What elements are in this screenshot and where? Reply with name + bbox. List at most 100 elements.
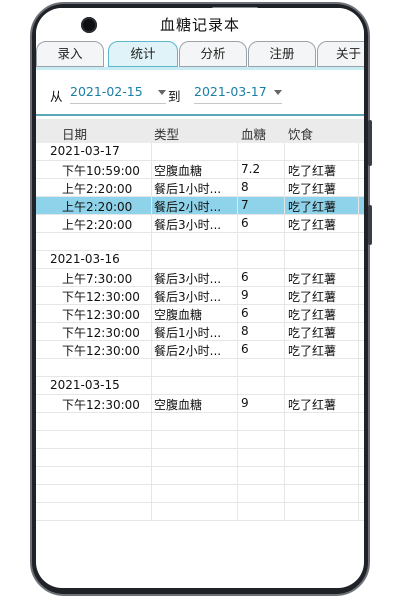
tab-entry[interactable]: 录入 <box>36 41 104 67</box>
grid-line <box>151 395 152 413</box>
record-type: 空腹血糖 <box>154 308 203 322</box>
grid-line <box>151 143 152 161</box>
table-row[interactable]: 上午2:20:00 餐后2小时... 7 吃了红薯 <box>36 197 364 215</box>
header-food: 饮食 <box>288 127 314 142</box>
record-sugar: 9 <box>241 288 249 302</box>
record-sugar: 8 <box>241 324 249 338</box>
tab-statistics[interactable]: 统计 <box>108 41 178 67</box>
from-label: 从 <box>50 89 63 104</box>
grid-line <box>151 449 152 467</box>
date-group-row[interactable]: 2021-03-17 <box>36 143 364 161</box>
grid-line <box>284 359 285 377</box>
grid-line <box>358 341 359 359</box>
empty-row <box>36 233 364 251</box>
grid-line <box>284 143 285 161</box>
from-date-select[interactable]: 2021-02-15 <box>70 82 166 104</box>
to-date-select[interactable]: 2021-03-17 <box>194 82 282 104</box>
grid-line <box>237 143 238 161</box>
table-row[interactable]: 下午12:30:00 空腹血糖 9 吃了红薯 <box>36 395 364 413</box>
grid-line <box>358 449 359 467</box>
grid-line <box>151 485 152 503</box>
record-type: 空腹血糖 <box>154 398 203 412</box>
table-row[interactable]: 上午2:20:00 餐后1小时... 8 吃了红薯 <box>36 179 364 197</box>
record-type: 餐后2小时... <box>154 200 222 214</box>
record-time: 上午2:20:00 <box>62 182 133 196</box>
table-row[interactable]: 下午12:30:00 空腹血糖 6 吃了红薯 <box>36 305 364 323</box>
empty-row <box>36 467 364 485</box>
date-group-row[interactable]: 2021-03-15 <box>36 377 364 395</box>
record-type: 餐后1小时... <box>154 182 222 196</box>
grid-line <box>237 179 238 197</box>
grid-line <box>358 413 359 431</box>
group-date: 2021-03-17 <box>50 144 120 158</box>
record-time: 下午12:30:00 <box>62 326 140 340</box>
table-row[interactable]: 下午12:30:00 餐后3小时... 9 吃了红薯 <box>36 287 364 305</box>
grid-line <box>358 251 359 269</box>
filter-divider <box>36 114 364 116</box>
grid-line <box>284 485 285 503</box>
grid-line <box>237 251 238 269</box>
table-row[interactable]: 上午2:20:00 餐后3小时... 6 吃了红薯 <box>36 215 364 233</box>
grid-line <box>237 395 238 413</box>
record-sugar: 9 <box>241 396 249 410</box>
empty-row <box>36 413 364 431</box>
volume-button <box>368 120 372 166</box>
tab-about[interactable]: 关于 <box>317 41 364 67</box>
table-row[interactable]: 下午12:30:00 餐后1小时... 8 吃了红薯 <box>36 323 364 341</box>
date-group-row[interactable]: 2021-03-16 <box>36 251 364 269</box>
grid-line <box>237 377 238 395</box>
from-date-value: 2021-02-15 <box>70 84 143 99</box>
grid-line <box>284 395 285 413</box>
grid-line <box>358 143 359 161</box>
grid-line <box>237 161 238 179</box>
record-sugar: 8 <box>241 180 249 194</box>
grid-line <box>237 197 238 215</box>
empty-row <box>36 485 364 503</box>
table-row[interactable]: 下午10:59:00 空腹血糖 7.2 吃了红薯 <box>36 161 364 179</box>
record-time: 下午12:30:00 <box>62 344 140 358</box>
grid-line <box>237 341 238 359</box>
grid-line <box>151 161 152 179</box>
header-sugar: 血糖 <box>241 127 267 142</box>
grid-line <box>358 215 359 233</box>
date-filter: 从 2021-02-15 到 2021-03-17 <box>36 80 364 110</box>
record-sugar: 6 <box>241 342 249 356</box>
grid-line <box>284 269 285 287</box>
grid-line <box>237 269 238 287</box>
record-food: 吃了红薯 <box>288 290 337 304</box>
grid-line <box>284 305 285 323</box>
grid-line <box>151 197 152 215</box>
app-screen: 血糖记录本 录入 统计 分析 注册 关于 从 2021-02-15 到 2021… <box>36 8 364 588</box>
grid-line <box>237 359 238 377</box>
tab-analysis[interactable]: 分析 <box>179 41 247 67</box>
record-sugar: 6 <box>241 216 249 230</box>
record-food: 吃了红薯 <box>288 164 337 178</box>
to-date-value: 2021-03-17 <box>194 84 267 99</box>
record-time: 上午7:30:00 <box>62 272 133 286</box>
record-type: 餐后3小时... <box>154 272 222 286</box>
table-row[interactable]: 上午7:30:00 餐后3小时... 6 吃了红薯 <box>36 269 364 287</box>
app-title: 血糖记录本 <box>159 16 240 34</box>
grid-line <box>358 359 359 377</box>
empty-row <box>36 449 364 467</box>
record-sugar: 6 <box>241 306 249 320</box>
grid-line <box>284 215 285 233</box>
tab-register[interactable]: 注册 <box>248 41 316 67</box>
grid-line <box>151 233 152 251</box>
grid-line <box>151 431 152 449</box>
table-row[interactable]: 下午12:30:00 餐后2小时... 6 吃了红薯 <box>36 341 364 359</box>
records-table: 日期 类型 血糖 饮食 2021-03-17 下午10:59:00 空腹血糖 7.2 吃… <box>36 119 364 521</box>
empty-row <box>36 503 364 521</box>
grid-line <box>237 413 238 431</box>
grid-line <box>237 233 238 251</box>
grid-line <box>284 197 285 215</box>
table-header: 日期 类型 血糖 饮食 <box>36 119 364 143</box>
record-type: 餐后3小时... <box>154 218 222 232</box>
grid-line <box>358 503 359 521</box>
record-food: 吃了红薯 <box>288 182 337 196</box>
grid-line <box>237 287 238 305</box>
tab-bar: 录入 统计 分析 注册 关于 <box>36 41 364 73</box>
chevron-down-icon <box>274 90 282 95</box>
grid-line <box>237 503 238 521</box>
grid-line <box>358 197 359 215</box>
